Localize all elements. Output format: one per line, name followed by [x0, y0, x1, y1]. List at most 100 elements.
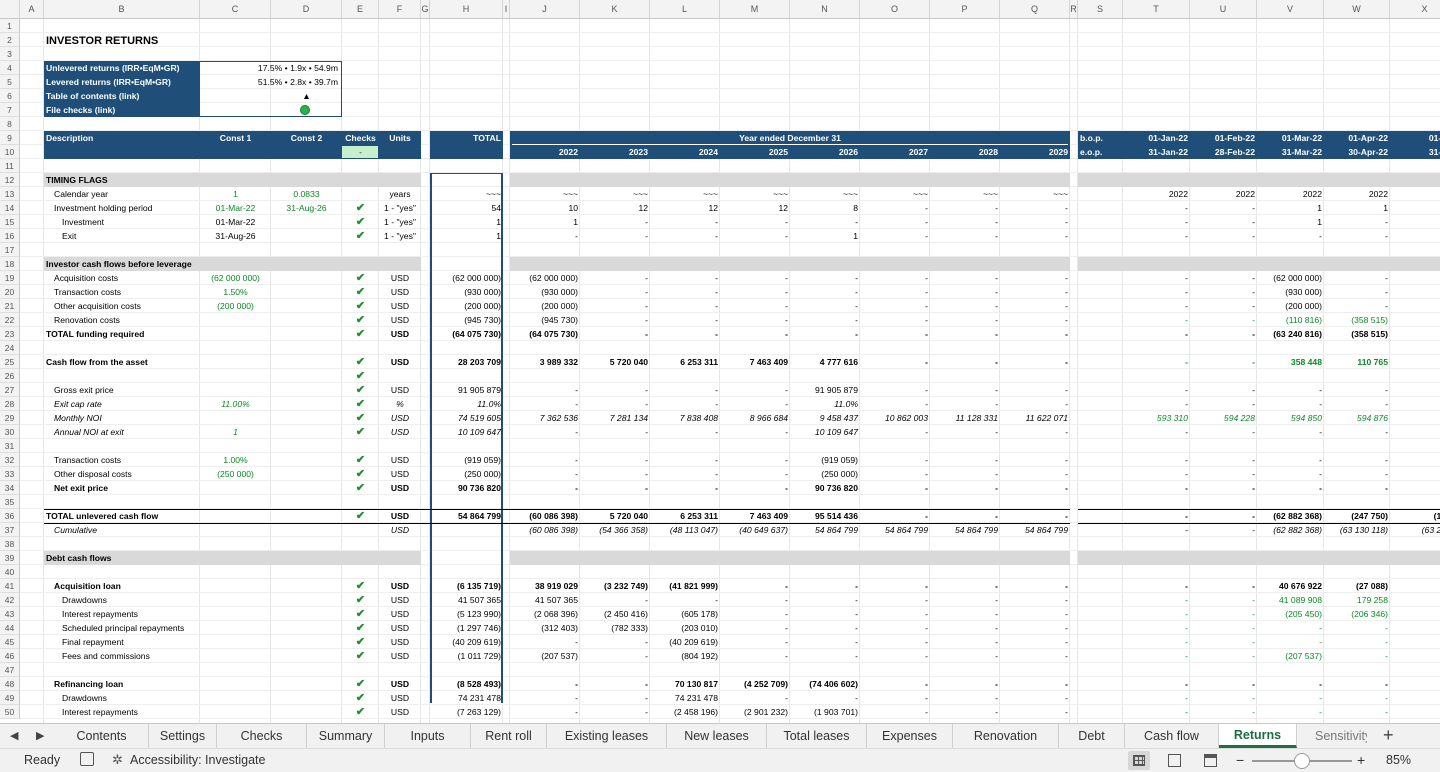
row-header[interactable]: 16	[0, 229, 20, 243]
row-label[interactable]: TOTAL unlevered cash flow	[44, 509, 200, 523]
column-header-W[interactable]: W	[1324, 0, 1390, 19]
period-value[interactable]: 7 463 409	[720, 509, 790, 523]
row-header[interactable]: 22	[0, 313, 20, 327]
col-checks-header[interactable]: Checks	[342, 131, 379, 145]
column-header-I[interactable]: I	[503, 0, 510, 19]
sheet-tab-existing-leases[interactable]: Existing leases	[547, 724, 667, 748]
period-value[interactable]: -	[930, 425, 1000, 439]
period-value[interactable]: -	[580, 215, 650, 229]
col-const1-header[interactable]: Const 1	[200, 131, 271, 145]
period-value[interactable]: -	[720, 425, 790, 439]
period-value[interactable]: -	[580, 691, 650, 705]
period-value[interactable]: -	[1000, 453, 1070, 467]
period-value[interactable]: 1	[1324, 201, 1390, 215]
period-value[interactable]: (48 113 047)	[650, 523, 720, 537]
period-value[interactable]: 3 989 332	[510, 355, 580, 369]
period-value[interactable]: -	[720, 691, 790, 705]
period-value[interactable]: -	[1257, 229, 1324, 243]
row-label[interactable]: Interest repayments	[44, 607, 200, 621]
period-value[interactable]: -	[720, 635, 790, 649]
period-value[interactable]: -	[860, 691, 930, 705]
input-const1[interactable]: 11.00%	[200, 397, 271, 411]
period-value[interactable]: -	[790, 649, 860, 663]
period-value[interactable]: -	[1324, 285, 1390, 299]
column-header-V[interactable]: V	[1257, 0, 1324, 19]
row-header[interactable]: 4	[0, 61, 20, 75]
file-checks-status-icon[interactable]	[300, 105, 310, 115]
period-value[interactable]: -	[720, 467, 790, 481]
unit-label[interactable]: USD	[379, 579, 421, 593]
row-label[interactable]: Scheduled principal repayments	[44, 621, 200, 635]
row-label[interactable]: Refinancing loan	[44, 677, 200, 691]
period-value[interactable]: -	[580, 397, 650, 411]
period-value[interactable]: -	[650, 453, 720, 467]
check-icon[interactable]: ✔	[342, 425, 379, 439]
period-value[interactable]: ~~~	[720, 187, 790, 201]
column-header-F[interactable]: F	[379, 0, 421, 19]
row-header[interactable]: 28	[0, 397, 20, 411]
period-value[interactable]: 5 720 040	[580, 355, 650, 369]
period-value[interactable]: -	[1324, 425, 1390, 439]
period-value[interactable]: -	[1190, 523, 1257, 537]
period-value[interactable]: -	[930, 621, 1000, 635]
checks-status-value[interactable]: -	[342, 145, 379, 159]
period-value[interactable]: 4 777 616	[790, 355, 860, 369]
column-header-S[interactable]: S	[1078, 0, 1123, 19]
period-value[interactable]: -	[1190, 677, 1257, 691]
accessibility-icon[interactable]: ✲	[112, 752, 123, 768]
row-header[interactable]: 38	[0, 537, 20, 551]
input-const1[interactable]: 1	[200, 425, 271, 439]
period-value[interactable]: -	[1324, 691, 1390, 705]
period-value[interactable]: -	[1257, 453, 1324, 467]
period-value[interactable]: (804 192)	[650, 649, 720, 663]
period-value[interactable]: -	[860, 271, 930, 285]
period-value[interactable]: -	[1000, 705, 1070, 719]
row-header[interactable]: 13	[0, 187, 20, 201]
column-header-L[interactable]: L	[650, 0, 720, 19]
row-header[interactable]: 26	[0, 369, 20, 383]
sheet-tab-rent-roll[interactable]: Rent roll	[471, 724, 547, 748]
month-start-header[interactable]: 01-Apr-22	[1324, 131, 1390, 145]
period-value[interactable]: -	[930, 229, 1000, 243]
unit-label[interactable]: USD	[379, 425, 421, 439]
row-header[interactable]: 34	[0, 481, 20, 495]
column-header-A[interactable]: A	[20, 0, 44, 19]
unit-label[interactable]: USD	[379, 635, 421, 649]
period-value[interactable]: 10 109 647	[790, 425, 860, 439]
row-label[interactable]: Fees and commissions	[44, 649, 200, 663]
period-value[interactable]: (332	[1390, 327, 1440, 341]
input-const2[interactable]: 0.0833	[271, 187, 342, 201]
period-value[interactable]: (2 450 416)	[580, 607, 650, 621]
period-value[interactable]: -	[790, 285, 860, 299]
total-value[interactable]: (64 075 730)	[430, 327, 503, 341]
select-all-corner[interactable]	[0, 0, 20, 19]
column-header-Q[interactable]: Q	[1000, 0, 1070, 19]
check-icon[interactable]: ✔	[342, 481, 379, 495]
period-value[interactable]: -	[930, 201, 1000, 215]
row-label[interactable]: Exit cap rate	[44, 397, 200, 411]
period-value[interactable]: -	[860, 299, 930, 313]
row-header[interactable]: 17	[0, 243, 20, 257]
period-value[interactable]: -	[580, 481, 650, 495]
period-value[interactable]: -	[860, 313, 930, 327]
unit-label[interactable]: USD	[379, 607, 421, 621]
period-value[interactable]: -	[1123, 635, 1190, 649]
unit-label[interactable]: USD	[379, 523, 421, 537]
total-value[interactable]: (200 000)	[430, 299, 503, 313]
worksheet-grid[interactable]: A B C D E F G H I J K L M N O P Q R S T U V W X 1 2 3 4 5 6 7 8 9 10 11 12 1…	[0, 0, 1440, 723]
row-header[interactable]: 2	[0, 33, 20, 47]
column-header-N[interactable]: N	[790, 0, 860, 19]
row-label[interactable]: Transaction costs	[44, 285, 200, 299]
row-header[interactable]: 42	[0, 593, 20, 607]
period-value[interactable]: 11 128 331	[930, 411, 1000, 425]
sheet-tab-settings[interactable]: Settings	[149, 724, 217, 748]
period-value[interactable]: 10	[510, 201, 580, 215]
period-value[interactable]: -	[1324, 481, 1390, 495]
file-checks-link[interactable]: File checks (link)	[44, 103, 200, 117]
period-value[interactable]: -	[1190, 649, 1257, 663]
month-start-header[interactable]: 01-Feb-22	[1190, 131, 1257, 145]
total-value[interactable]: (1 297 746)	[430, 621, 503, 635]
period-value[interactable]: -	[580, 635, 650, 649]
period-value[interactable]: -	[1257, 425, 1324, 439]
period-value[interactable]: -	[1190, 425, 1257, 439]
